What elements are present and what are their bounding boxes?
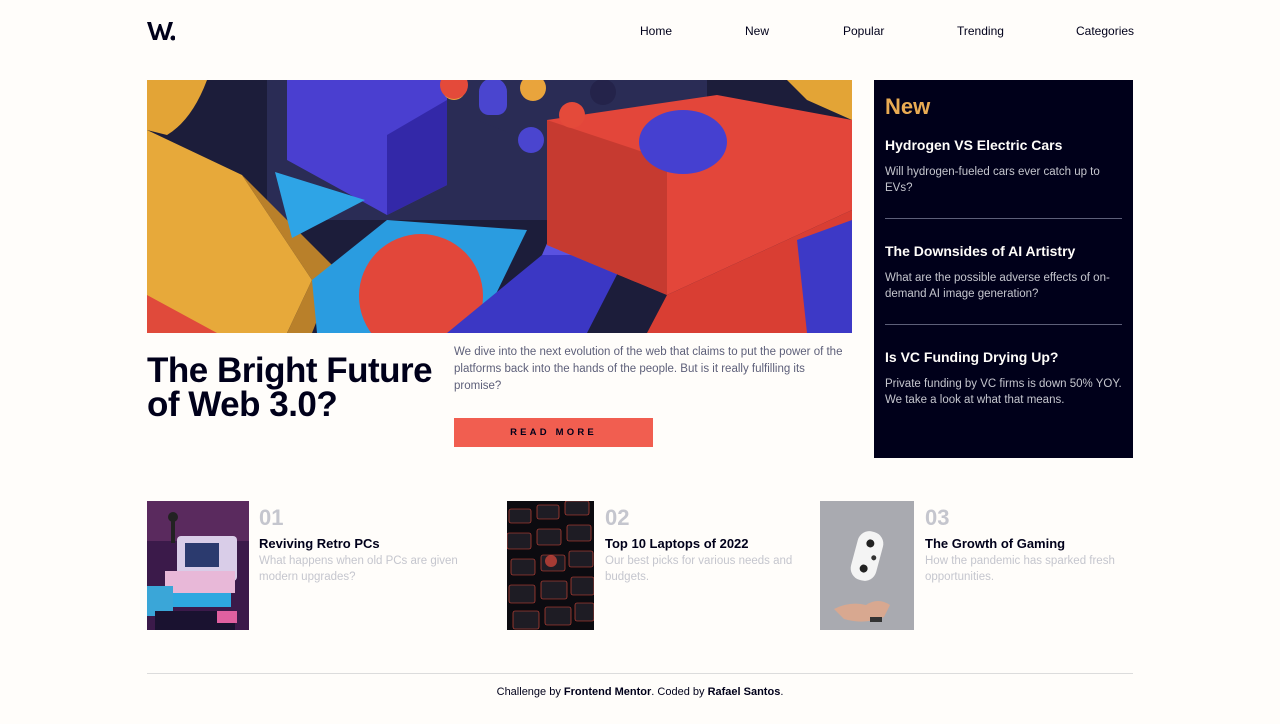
read-more-button[interactable]: READ MORE: [454, 418, 653, 447]
new-item-desc: What are the possible adverse effects of…: [885, 272, 1110, 300]
article-desc: What happens when old PCs are given mode…: [259, 555, 458, 583]
footer-prefix: Challenge by: [496, 686, 564, 698]
article-card: 01 Reviving Retro PCs What happens when …: [147, 501, 477, 630]
article-card: 03 The Growth of Gaming How the pandemic…: [820, 501, 1133, 630]
new-item-title[interactable]: Hydrogen VS Electric Cars: [885, 135, 1122, 155]
new-item-desc: Will hydrogen-fueled cars ever catch up …: [885, 166, 1100, 194]
article-number: 03: [925, 505, 950, 530]
nav-home[interactable]: Home: [640, 24, 672, 38]
article-number: 02: [605, 505, 630, 530]
footer-suffix: .: [780, 686, 784, 698]
author-link[interactable]: Rafael Santos: [708, 686, 781, 698]
laptop-keyboard-image: [507, 501, 594, 630]
article-title[interactable]: Top 10 Laptops of 2022: [605, 536, 749, 551]
hero-image: [147, 80, 852, 333]
divider: [885, 218, 1122, 219]
footer-divider: [147, 673, 1133, 674]
new-item-title[interactable]: The Downsides of AI Artistry: [885, 241, 1122, 261]
nav-popular[interactable]: Popular: [843, 24, 884, 38]
article-card: 02 Top 10 Laptops of 2022 Our best picks…: [507, 501, 807, 630]
main-nav: Home New Popular Trending Categories: [640, 24, 1134, 40]
site-header: Home New Popular Trending Categories: [147, 18, 1134, 46]
new-item[interactable]: Hydrogen VS Electric Cars Will hydrogen-…: [885, 135, 1122, 218]
frontend-mentor-link[interactable]: Frontend Mentor: [564, 686, 651, 698]
footer-middle: . Coded by: [651, 686, 708, 698]
nav-categories[interactable]: Categories: [1076, 24, 1134, 38]
article-desc: Our best picks for various needs and bud…: [605, 555, 793, 583]
hero-lead: We dive into the next evolution of the w…: [454, 346, 843, 392]
article-title[interactable]: Reviving Retro PCs: [259, 536, 380, 551]
article-title[interactable]: The Growth of Gaming: [925, 536, 1065, 551]
article-desc: How the pandemic has sparked fresh oppor…: [925, 555, 1115, 583]
nav-trending[interactable]: Trending: [957, 24, 1004, 38]
retro-pcs-image: [147, 501, 249, 630]
new-item-title[interactable]: Is VC Funding Drying Up?: [885, 347, 1122, 367]
new-panel-title: New: [885, 94, 931, 119]
footer: Challenge by Frontend Mentor. Coded by R…: [0, 686, 1280, 698]
article-number: 01: [259, 505, 284, 530]
gaming-controller-image: [820, 501, 914, 630]
hero-title: The Bright Future of Web 3.0?: [147, 351, 433, 424]
logo[interactable]: [147, 18, 175, 42]
nav-new[interactable]: New: [745, 24, 769, 38]
new-panel: New Hydrogen VS Electric Cars Will hydro…: [874, 80, 1133, 458]
new-item-desc: Private funding by VC firms is down 50% …: [885, 378, 1122, 406]
new-item[interactable]: Is VC Funding Drying Up? Private funding…: [885, 347, 1122, 430]
new-item[interactable]: The Downsides of AI Artistry What are th…: [885, 241, 1122, 324]
divider: [885, 324, 1122, 325]
